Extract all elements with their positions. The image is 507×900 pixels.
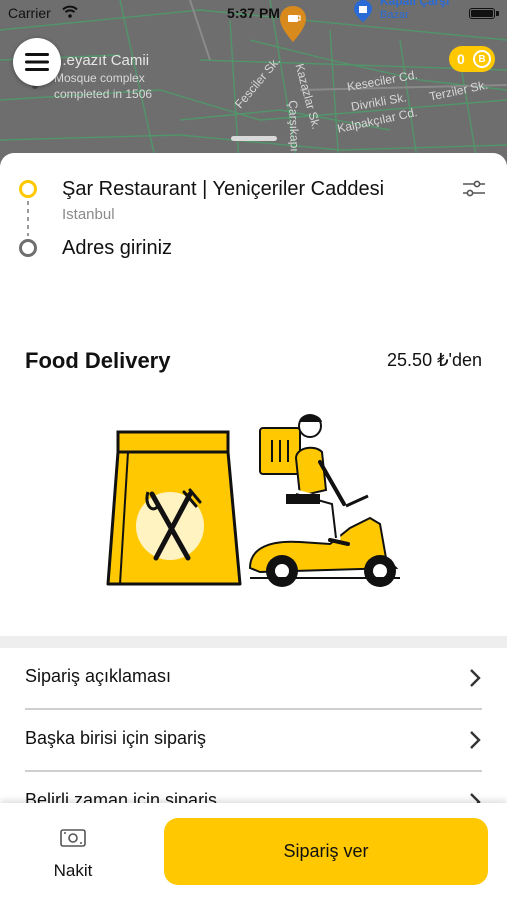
service-title: Food Delivery bbox=[25, 348, 171, 373]
coin-count: 0 bbox=[457, 51, 465, 67]
origin-dot-icon bbox=[19, 180, 37, 198]
map-place-subtitle: Mosque complex bbox=[54, 71, 145, 85]
payment-method-label: Nakit bbox=[53, 861, 93, 880]
map-place-subtitle: completed in 1506 bbox=[54, 87, 153, 101]
battery-icon bbox=[469, 8, 495, 19]
section-divider bbox=[0, 636, 507, 648]
map-place-title: ...eyazıt Camii bbox=[54, 52, 150, 69]
origin-city: Istanbul bbox=[62, 206, 115, 223]
sheet-drag-handle[interactable] bbox=[231, 136, 277, 141]
order-note-row[interactable]: Sipariş açıklaması bbox=[0, 648, 507, 710]
origin-address[interactable]: Şar Restaurant | Yeniçeriler Caddesi bbox=[62, 178, 384, 201]
chevron-right-icon bbox=[470, 793, 481, 803]
route-section: Şar Restaurant | Yeniçeriler Caddesi Ist… bbox=[0, 153, 507, 271]
battery-tip bbox=[496, 11, 499, 16]
status-time: 5:37 PM bbox=[227, 5, 280, 21]
coin-icon: B bbox=[473, 50, 491, 68]
delivery-illustration bbox=[106, 414, 400, 587]
payment-method-button[interactable]: Nakit bbox=[38, 823, 108, 883]
hamburger-icon bbox=[25, 53, 49, 71]
place-order-button[interactable]: Sipariş ver bbox=[164, 818, 488, 885]
cash-icon bbox=[60, 829, 86, 847]
destination-address-input[interactable]: Adres giriniz bbox=[62, 237, 172, 260]
status-bar: Carrier 5:37 PM bbox=[0, 0, 507, 26]
service-price: 25.50 ₺'den bbox=[387, 350, 482, 370]
chevron-right-icon bbox=[470, 731, 481, 749]
destination-dot-icon bbox=[19, 239, 37, 257]
order-for-someone-row[interactable]: Başka birisi için sipariş bbox=[0, 710, 507, 772]
chevron-right-icon bbox=[470, 669, 481, 687]
coin-balance-badge[interactable]: 0 B bbox=[449, 46, 495, 72]
option-label: Başka birisi için sipariş bbox=[25, 728, 207, 748]
option-label: Belirli zaman için sipariş bbox=[25, 790, 218, 803]
bottom-action-bar: Nakit Sipariş ver bbox=[0, 803, 507, 900]
menu-button[interactable] bbox=[13, 38, 61, 86]
option-label: Sipariş açıklaması bbox=[25, 666, 172, 686]
filter-sliders-icon[interactable] bbox=[462, 179, 486, 199]
order-sheet: Şar Restaurant | Yeniçeriler Caddesi Ist… bbox=[0, 153, 507, 803]
route-connector bbox=[27, 201, 29, 236]
scheduled-order-row[interactable]: Belirli zaman için sipariş bbox=[0, 772, 507, 803]
